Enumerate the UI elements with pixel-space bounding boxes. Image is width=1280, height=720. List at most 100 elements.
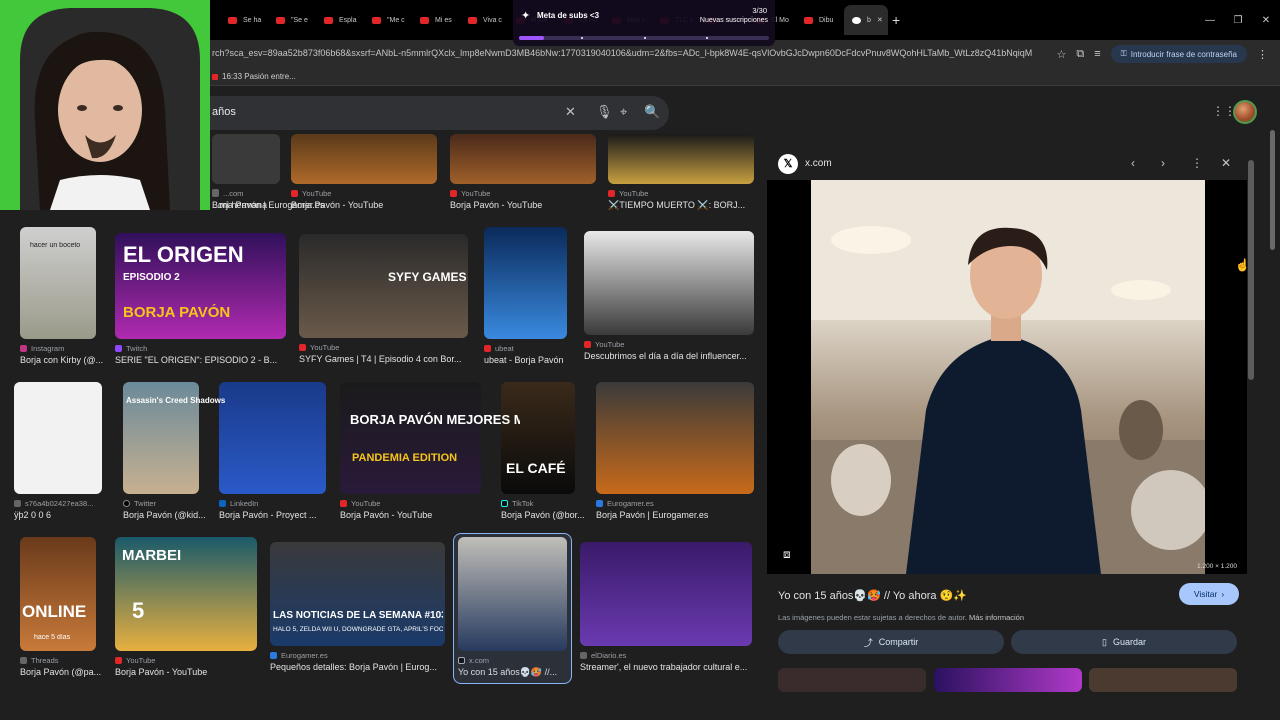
result-thumbnail[interactable]: [219, 382, 326, 494]
close-panel-icon[interactable]: ✕: [1221, 156, 1231, 170]
result-title[interactable]: Borja Pavón - YouTube: [340, 510, 481, 520]
result-source: Twitter: [123, 499, 156, 508]
close-window-icon[interactable]: ✕: [1252, 15, 1280, 26]
visit-button[interactable]: Visitar ›: [1179, 583, 1239, 605]
result-thumbnail[interactable]: [299, 234, 468, 338]
star-icon[interactable]: ☆: [1056, 48, 1066, 61]
result-source: YouTube: [291, 189, 331, 198]
result-title[interactable]: ⚔️TIEMPO MUERTO ⚔️: BORJ...: [608, 200, 754, 211]
result-title[interactable]: Pequeños detalles: Borja Pavón | Eurog..…: [270, 662, 445, 672]
result-source: Twitch: [115, 344, 147, 353]
source-favicon-icon: [580, 652, 587, 659]
scrollbar-thumb[interactable]: [1270, 130, 1275, 250]
result-thumbnail[interactable]: [212, 134, 280, 184]
result-source: YouTube: [584, 340, 624, 349]
passkey-button[interactable]: ⚿ Introducir frase de contraseña: [1110, 45, 1247, 63]
result-title[interactable]: Descubrimos el día a día del influencer.…: [584, 351, 754, 361]
webcam-overlay: [0, 0, 210, 210]
browser-tab[interactable]: Espla: [316, 5, 364, 35]
related-image[interactable]: [778, 668, 926, 692]
share-button[interactable]: ⤴ Compartir: [778, 630, 1004, 654]
tab-favicon-icon: [228, 16, 237, 24]
menu-icon[interactable]: ⋮: [1257, 48, 1268, 61]
browser-tab[interactable]: b ✕: [844, 5, 888, 35]
result-source-label: ubeat: [495, 344, 514, 353]
result-thumbnail[interactable]: [340, 382, 481, 494]
result-source: Threads: [20, 656, 59, 665]
related-image[interactable]: [1089, 668, 1237, 692]
panel-source[interactable]: x.com: [805, 158, 832, 169]
new-tab-icon[interactable]: +: [892, 12, 900, 28]
minimize-icon[interactable]: —: [1196, 15, 1224, 26]
result-source-label: YouTube: [595, 340, 625, 349]
source-favicon-icon: [115, 345, 122, 352]
sub-goal-widget: ✦ Meta de subs <3 3/30 Nuevas suscripcio…: [513, 0, 775, 46]
result-title[interactable]: Streamer', el nuevo trabajador cultural …: [580, 662, 752, 672]
prev-icon[interactable]: ‹: [1131, 156, 1135, 170]
related-image[interactable]: [934, 668, 1082, 692]
bookmark-label: 16:33 Pasión entre...: [222, 72, 296, 81]
result-source: LinkedIn: [219, 499, 258, 508]
maximize-icon[interactable]: ❐: [1224, 15, 1252, 26]
extensions-icon[interactable]: ⧉: [1076, 48, 1084, 61]
page-scrollbar[interactable]: [1268, 100, 1276, 700]
result-thumbnail[interactable]: [584, 231, 754, 335]
result-source: elDiario.es: [580, 651, 626, 660]
result-thumbnail[interactable]: [501, 382, 575, 494]
tab-label: Mi es: [435, 16, 452, 24]
avatar[interactable]: [1233, 100, 1257, 124]
result-title[interactable]: Borja Pavón | Eurogamer.es: [596, 510, 754, 520]
url-field[interactable]: rch?sca_esv=89aa52b873f06b68&sxsrf=ANbL-…: [212, 48, 1032, 58]
result-title[interactable]: Borja Pavón - YouTube: [450, 200, 596, 210]
mic-icon[interactable]: 🎙: [596, 104, 613, 120]
preview-image-area[interactable]: ⧈ 1.200 × 1.200: [767, 180, 1247, 574]
star-icon: ✦: [521, 10, 531, 22]
next-icon[interactable]: ›: [1161, 156, 1165, 170]
visit-label: Visitar: [1193, 589, 1218, 599]
lens-icon[interactable]: ⌖: [620, 104, 627, 120]
search-icon[interactable]: 🔍: [644, 104, 660, 120]
search-box[interactable]: años ✕ 🎙 ⌖ 🔍: [200, 96, 669, 130]
save-button[interactable]: ▯ Guardar: [1011, 630, 1237, 654]
result-thumbnail[interactable]: [596, 382, 754, 494]
result-thumbnail[interactable]: [450, 134, 596, 184]
tab-favicon-icon: [468, 16, 477, 24]
close-tab-icon[interactable]: ✕: [877, 16, 883, 24]
browser-tab[interactable]: "Me c: [364, 5, 412, 35]
more-icon[interactable]: ⋮: [1191, 156, 1203, 170]
sub-goal-progress-fill: [519, 36, 544, 40]
browser-tab[interactable]: Viva c: [460, 5, 508, 35]
result-title[interactable]: Borja Pavón - YouTube: [115, 667, 257, 677]
thumbnail-caption: hace 5 días: [34, 634, 71, 641]
browser-tab[interactable]: "Se e: [268, 5, 316, 35]
tab-label: Se ha: [243, 16, 262, 24]
tab-favicon-icon: [324, 16, 333, 24]
tab-favicon-icon: [852, 16, 861, 24]
media-icon[interactable]: ≡: [1094, 48, 1100, 60]
sub-goal-count-label: Nuevas suscripciones: [699, 17, 768, 24]
bookmark-item[interactable]: 16:33 Pasión entre...: [212, 72, 296, 81]
browser-tab[interactable]: Dibu: [796, 5, 844, 35]
result-title[interactable]: SYFY Games | T4 | Episodio 4 con Bor...: [299, 354, 468, 364]
clear-icon[interactable]: ✕: [565, 104, 576, 120]
result-title[interactable]: Borja Pavón - Proyect ...: [219, 510, 359, 520]
panel-title[interactable]: Yo con 15 años💀🥵 // Yo ahora 🤨✨: [778, 589, 967, 602]
copyright-text: Las imágenes pueden estar sujetas a dere…: [778, 613, 967, 622]
result-thumbnail[interactable]: [14, 382, 102, 494]
result-thumbnail[interactable]: [608, 134, 754, 184]
browser-tab[interactable]: Se ha: [220, 5, 268, 35]
thumbnail-caption: BORJA PAVÓN: [123, 304, 231, 321]
source-favicon-icon: [340, 500, 347, 507]
thumbnail-caption: hacer un boceto: [30, 242, 81, 249]
result-thumbnail[interactable]: [580, 542, 752, 646]
result-title[interactable]: SERIE "EL ORIGEN": EPISODIO 2 - B...: [115, 355, 286, 365]
result-thumbnail[interactable]: [291, 134, 437, 184]
result-thumbnail[interactable]: [484, 227, 567, 339]
bookmark-icon: ▯: [1102, 636, 1107, 647]
sub-goal-progress: [519, 36, 769, 40]
search-query[interactable]: años: [212, 106, 236, 118]
result-title[interactable]: Borja Pavón - YouTube: [291, 200, 437, 210]
more-info-link[interactable]: Más información: [969, 613, 1024, 622]
browser-tab[interactable]: Mi es: [412, 5, 460, 35]
visual-search-icon[interactable]: ⧈: [783, 547, 791, 562]
